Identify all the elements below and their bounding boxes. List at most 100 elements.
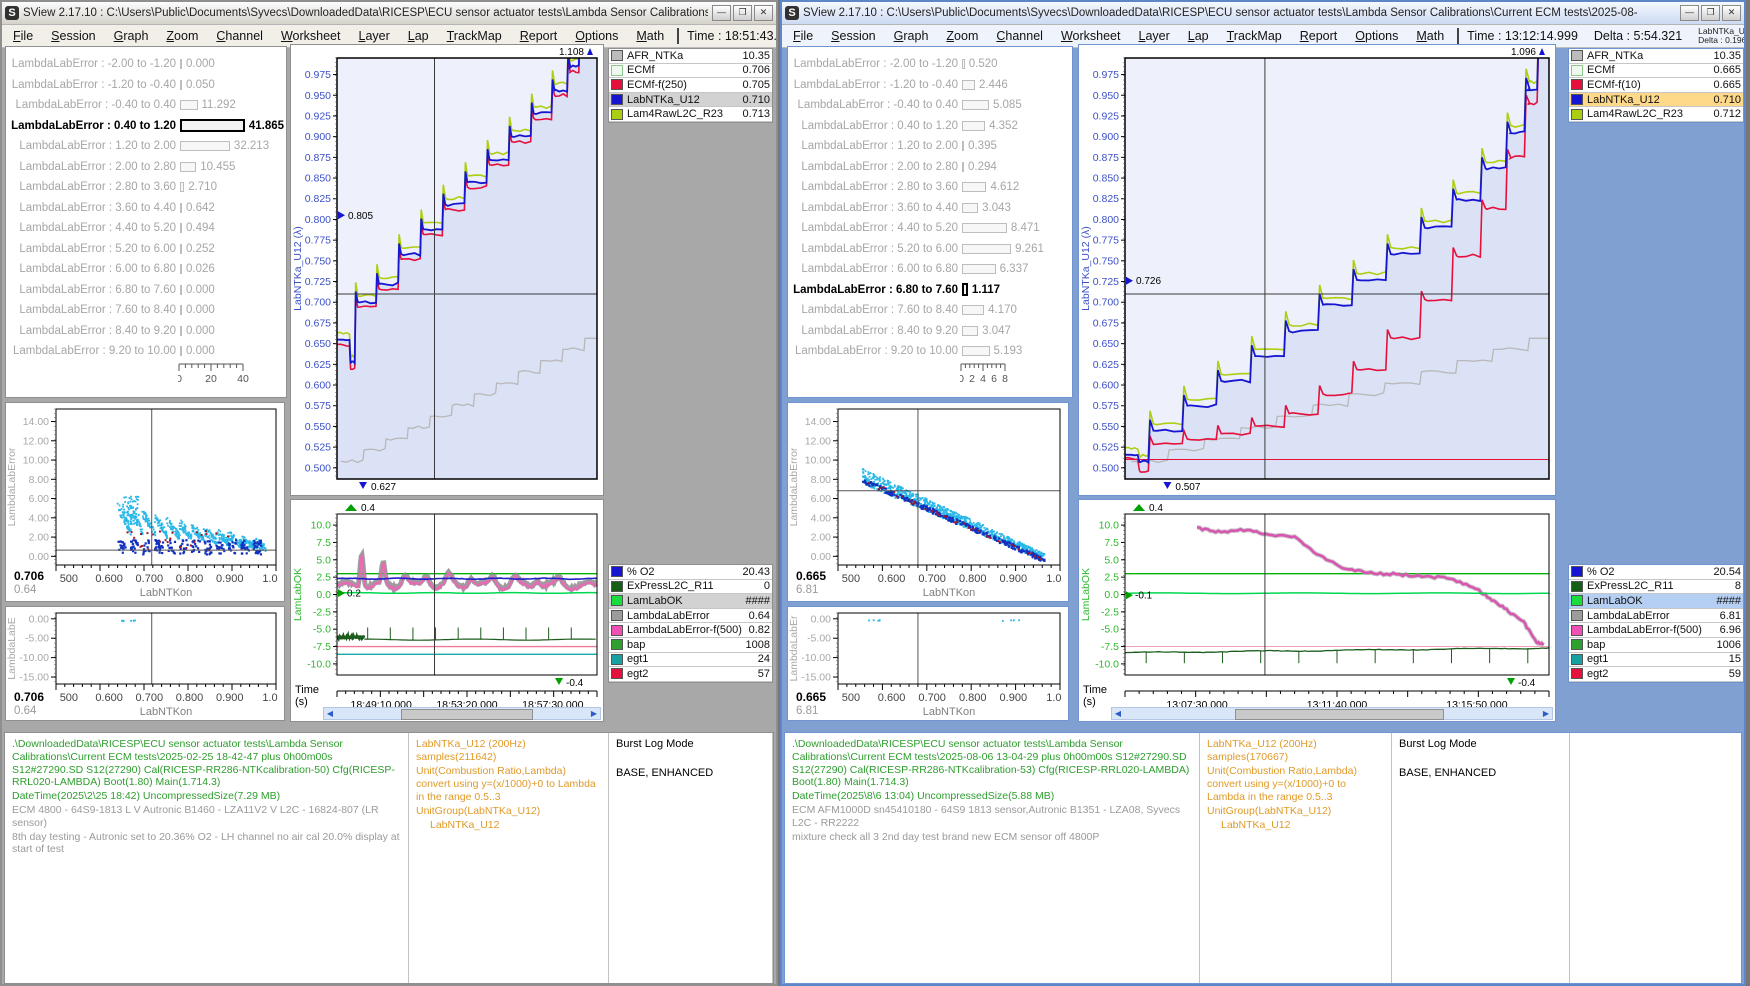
histogram-row[interactable]: LambdaLabError : 9.20 to 10.005.193 [788, 341, 1072, 362]
histogram-row[interactable]: LambdaLabError : 2.80 to 3.604.612 [788, 177, 1072, 198]
legend-row-labntka-u12[interactable]: LabNTKa_U120.710 [609, 93, 772, 108]
histogram-row[interactable]: LambdaLabError : 7.60 to 8.400.000 [6, 300, 286, 321]
histogram-row[interactable]: LambdaLabError : 2.80 to 3.602.710 [6, 177, 286, 198]
strip-chart[interactable]: 10.07.55.02.50.0-2.5-5.0-7.5-10.0LamLabO… [291, 500, 603, 721]
scatter-chart[interactable]: 0.00-5.00-10.00-15.00LambdaLabE5000.6000… [6, 607, 284, 720]
histogram-row[interactable]: LambdaLabError : 6.80 to 7.600.000 [6, 280, 286, 301]
histogram-row[interactable]: LambdaLabError : 0.40 to 1.2041.865 [6, 116, 286, 137]
histogram-row[interactable]: LambdaLabError : 3.60 to 4.403.043 [788, 198, 1072, 219]
legend-row-afr-ntka[interactable]: AFR_NTKa10.35 [1569, 49, 1743, 64]
main-chart[interactable]: 0.9750.9500.9250.9000.8750.8500.8250.800… [1079, 45, 1555, 495]
scroll-thumb[interactable] [401, 709, 533, 720]
menu-zoom[interactable]: Zoom [157, 27, 207, 45]
close-button[interactable]: ✕ [754, 5, 773, 21]
histogram-row[interactable]: LambdaLabError : 7.60 to 8.404.170 [788, 300, 1072, 321]
histogram-row[interactable]: LambdaLabError : 6.00 to 6.800.026 [6, 259, 286, 280]
legend-row-expressl2c-r11[interactable]: ExPressL2C_R110 [609, 580, 772, 595]
scroll-thumb[interactable] [1235, 709, 1444, 720]
histogram-row[interactable]: LambdaLabError : 0.40 to 1.204.352 [788, 116, 1072, 137]
legend-row--o2[interactable]: % O220.43 [609, 565, 772, 580]
menu-math[interactable]: Math [627, 27, 673, 45]
scroll-right-arrow[interactable]: ▶ [588, 708, 600, 719]
legend-row-lamlabok[interactable]: LamLabOK#### [609, 594, 772, 609]
scatter-chart[interactable]: 14.0012.0010.008.006.004.002.000.00Lambd… [788, 403, 1068, 601]
scroll-left-arrow[interactable]: ◀ [324, 708, 336, 719]
legend-row-lambdalaberror[interactable]: LambdaLabError6.81 [1569, 609, 1743, 624]
legend-row-lambdalaberror[interactable]: LambdaLabError0.64 [609, 609, 772, 624]
menu-session[interactable]: Session [822, 27, 884, 45]
scroll-left-arrow[interactable]: ◀ [1112, 708, 1124, 719]
histogram-row[interactable]: LambdaLabError : 2.00 to 2.800.294 [788, 157, 1072, 178]
histogram-row[interactable]: LambdaLabError : 8.40 to 9.203.047 [788, 321, 1072, 342]
legend-row-bap[interactable]: bap1006 [1569, 638, 1743, 653]
legend-row-ecmf[interactable]: ECMf0.706 [609, 64, 772, 79]
legend-row-lambdalaberror-f-500-[interactable]: LambdaLabError-f(500)6.96 [1569, 623, 1743, 638]
histogram-row[interactable]: LambdaLabError : 9.20 to 10.000.000 [6, 341, 286, 362]
main-chart[interactable]: 0.9750.9500.9250.9000.8750.8500.8250.800… [291, 45, 603, 495]
legend-row-bap[interactable]: bap1008 [609, 638, 772, 653]
histogram-row[interactable]: LambdaLabError : -2.00 to -1.200.000 [6, 54, 286, 75]
legend-row-lambdalaberror-f-500-[interactable]: LambdaLabError-f(500)0.82 [609, 623, 772, 638]
histogram-row[interactable]: LambdaLabError : -1.20 to -0.400.050 [6, 75, 286, 96]
menu-channel[interactable]: Channel [987, 27, 1052, 45]
title-bar[interactable]: SSView 2.17.10 : C:\Users\Public\Documen… [782, 2, 1744, 25]
maximize-button[interactable]: ❐ [1701, 5, 1720, 21]
menu-options[interactable]: Options [566, 27, 627, 45]
legend-row-ecmf[interactable]: ECMf0.665 [1569, 64, 1743, 79]
scroll-right-arrow[interactable]: ▶ [1540, 708, 1552, 719]
menu-lap[interactable]: Lap [1179, 27, 1218, 45]
histogram-row[interactable]: LambdaLabError : -1.20 to -0.402.446 [788, 75, 1072, 96]
minimize-button[interactable]: — [712, 5, 731, 21]
menu-lap[interactable]: Lap [399, 27, 438, 45]
scatter-chart[interactable]: 14.0012.0010.008.006.004.002.000.00Lambd… [6, 403, 284, 601]
histogram-row[interactable]: LambdaLabError : 6.80 to 7.601.117 [788, 280, 1072, 301]
scatter-chart[interactable]: 0.00-5.00-10.00-15.00LambdaLabEr5000.600… [788, 607, 1068, 720]
histogram-row[interactable]: LambdaLabError : 8.40 to 9.200.000 [6, 321, 286, 342]
menu-report[interactable]: Report [1291, 27, 1347, 45]
legend-row-lamlabok[interactable]: LamLabOK#### [1569, 594, 1743, 609]
legend-row-afr-ntka[interactable]: AFR_NTKa10.35 [609, 49, 772, 64]
menu-layer[interactable]: Layer [1129, 27, 1178, 45]
strip-chart[interactable]: 10.07.55.02.50.0-2.5-5.0-7.5-10.0LamLabO… [1079, 500, 1555, 721]
legend-row-ecmf-f-10-[interactable]: ECMf-f(10)0.665 [1569, 78, 1743, 93]
histogram-row[interactable]: LambdaLabError : 1.20 to 2.000.395 [788, 136, 1072, 157]
menu-zoom[interactable]: Zoom [937, 27, 987, 45]
legend-row-egt2[interactable]: egt257 [609, 667, 772, 682]
legend-row-lam4rawl2c-r23[interactable]: Lam4RawL2C_R230.713 [609, 107, 772, 122]
legend-row-expressl2c-r11[interactable]: ExPressL2C_R118 [1569, 580, 1743, 595]
histogram-row[interactable]: LambdaLabError : 5.20 to 6.000.252 [6, 239, 286, 260]
menu-worksheet[interactable]: Worksheet [272, 27, 350, 45]
menu-graph[interactable]: Graph [885, 27, 938, 45]
menu-trackmap[interactable]: TrackMap [438, 27, 511, 45]
time-scrollbar[interactable]: ◀▶ [1111, 707, 1553, 720]
minimize-button[interactable]: — [1680, 5, 1699, 21]
time-scrollbar[interactable]: ◀▶ [323, 707, 601, 720]
histogram-row[interactable]: LambdaLabError : 1.20 to 2.0032.213 [6, 136, 286, 157]
title-bar[interactable]: SSView 2.17.10 : C:\Users\Public\Documen… [2, 2, 776, 25]
histogram-row[interactable]: LambdaLabError : 4.40 to 5.200.494 [6, 218, 286, 239]
menu-trackmap[interactable]: TrackMap [1218, 27, 1291, 45]
menu-file[interactable]: File [784, 27, 822, 45]
histogram-row[interactable]: LambdaLabError : 6.00 to 6.806.337 [788, 259, 1072, 280]
legend-row-egt1[interactable]: egt115 [1569, 653, 1743, 668]
menu-graph[interactable]: Graph [105, 27, 158, 45]
menu-session[interactable]: Session [42, 27, 104, 45]
legend-row-labntka-u12[interactable]: LabNTKa_U120.710 [1569, 93, 1743, 108]
legend-row--o2[interactable]: % O220.54 [1569, 565, 1743, 580]
histogram-row[interactable]: LambdaLabError : 3.60 to 4.400.642 [6, 198, 286, 219]
histogram-row[interactable]: LambdaLabError : 5.20 to 6.009.261 [788, 239, 1072, 260]
maximize-button[interactable]: ❐ [733, 5, 752, 21]
histogram-row[interactable]: LambdaLabError : 2.00 to 2.8010.455 [6, 157, 286, 178]
histogram-row[interactable]: LambdaLabError : -0.40 to 0.405.085 [788, 95, 1072, 116]
histogram-row[interactable]: LambdaLabError : 4.40 to 5.208.471 [788, 218, 1072, 239]
histogram-row[interactable]: LambdaLabError : -2.00 to -1.200.520 [788, 54, 1072, 75]
menu-layer[interactable]: Layer [349, 27, 398, 45]
menu-options[interactable]: Options [1346, 27, 1407, 45]
legend-row-egt2[interactable]: egt259 [1569, 667, 1743, 682]
close-button[interactable]: ✕ [1722, 5, 1741, 21]
menu-channel[interactable]: Channel [207, 27, 272, 45]
menu-worksheet[interactable]: Worksheet [1052, 27, 1130, 45]
legend-row-ecmf-f-250-[interactable]: ECMf-f(250)0.705 [609, 78, 772, 93]
menu-report[interactable]: Report [511, 27, 567, 45]
menu-math[interactable]: Math [1407, 27, 1453, 45]
